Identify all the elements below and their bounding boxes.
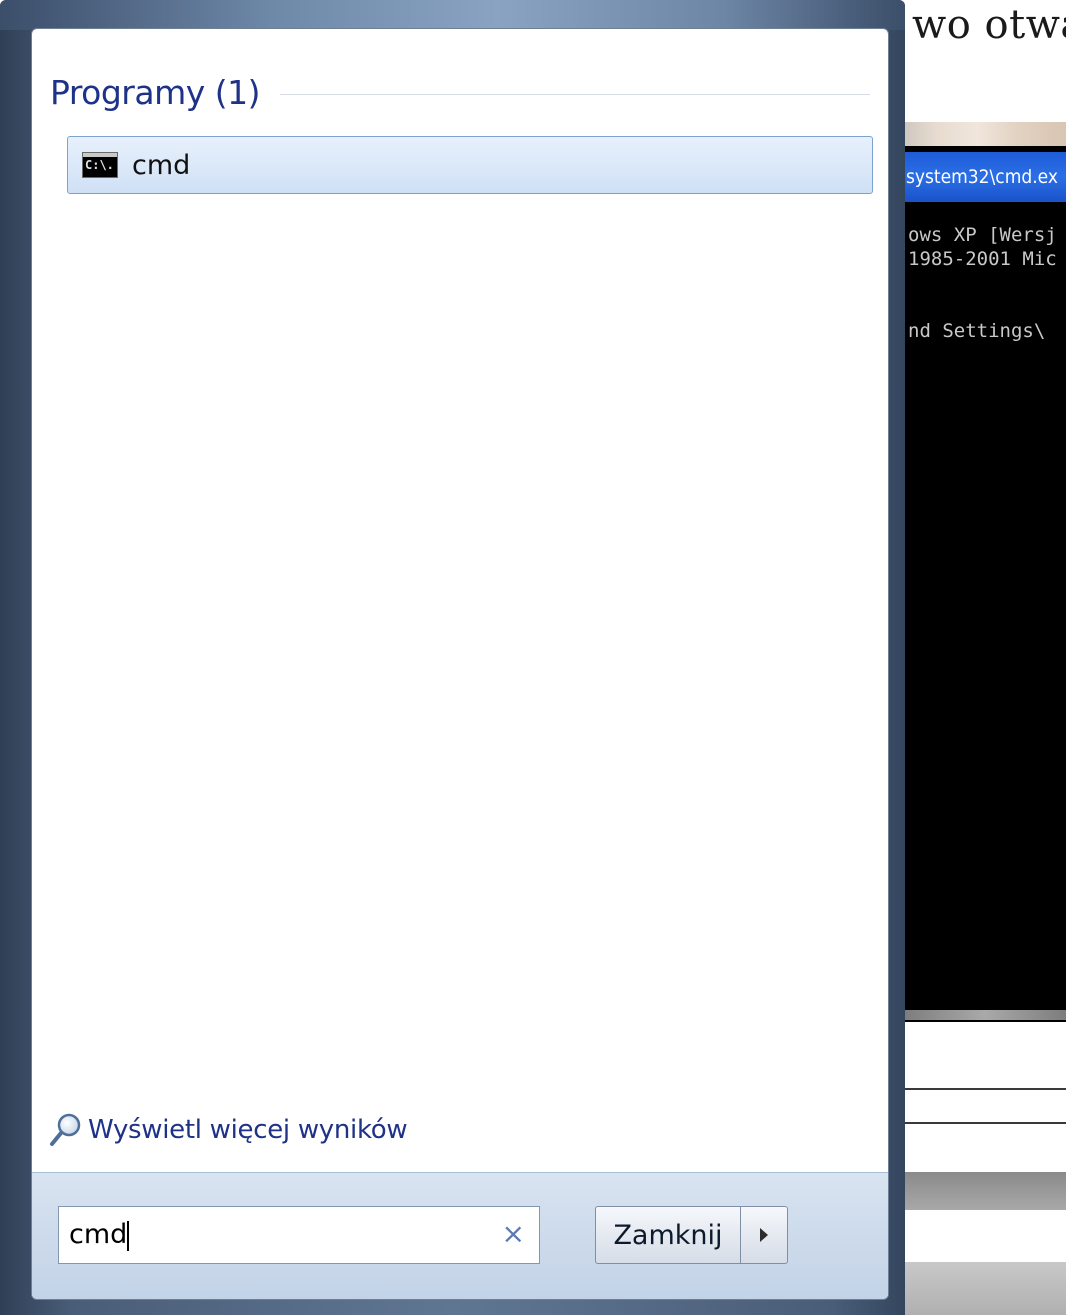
search-input[interactable]: cmd (69, 1219, 449, 1251)
programs-section-header: Programy (1) (50, 73, 870, 112)
start-menu-frame-top (0, 0, 905, 30)
document-divider (904, 1122, 1066, 1124)
search-box[interactable]: cmd × (58, 1206, 540, 1264)
search-input-text: cmd (69, 1219, 128, 1251)
cmd-output-line: 1985-2001 Mic (908, 248, 1057, 270)
start-menu-bottom-bar: cmd × Zamknij (32, 1172, 888, 1299)
cmd-output-line: ows XP [Wersj (908, 224, 1057, 246)
result-label: cmd (132, 149, 191, 181)
start-menu-frame: Programy (1) C:\. cmd Wyświetl więcej wy… (0, 0, 905, 1315)
document-grey-bar (904, 1172, 1066, 1210)
document-image-strip (905, 122, 1066, 146)
cmd-output-line: nd Settings\ (908, 320, 1046, 342)
shutdown-button-group: Zamknij (595, 1206, 788, 1264)
cmd-window-title[interactable]: system32\cmd.ex (904, 152, 1066, 202)
section-title: Programy (1) (50, 73, 261, 112)
document-divider (904, 1088, 1066, 1090)
section-divider (280, 94, 870, 95)
shutdown-button[interactable]: Zamknij (595, 1206, 741, 1264)
cmd-window-bottom-edge (904, 1010, 1066, 1020)
cmd-window: system32\cmd.ex ows XP [Wersj 1985-2001 … (904, 146, 1066, 1022)
clear-search-icon[interactable]: × (502, 1217, 525, 1250)
shutdown-options-button[interactable] (741, 1206, 788, 1264)
taskbar-fragment (904, 1262, 1066, 1315)
start-menu-panel: Programy (1) C:\. cmd Wyświetl więcej wy… (31, 28, 889, 1300)
search-result-cmd[interactable]: C:\. cmd (67, 136, 873, 194)
cmd-console-icon: C:\. (82, 152, 118, 178)
chevron-right-icon (760, 1228, 768, 1242)
more-results-link[interactable]: Wyświetl więcej wyników (48, 1112, 408, 1148)
more-results-label: Wyświetl więcej wyników (88, 1115, 408, 1145)
text-caret (127, 1220, 130, 1251)
search-icon (48, 1112, 82, 1148)
screen: wo otwa system32\cmd.ex ows XP [Wersj 19… (0, 0, 1066, 1315)
document-text: wo otwa (912, 2, 1066, 48)
